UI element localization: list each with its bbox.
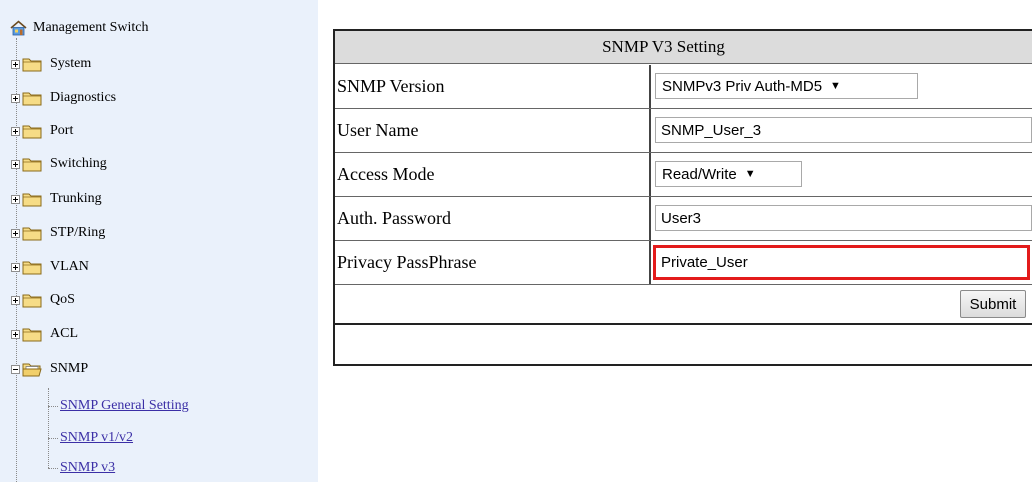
tree-item-trunking[interactable]: Trunking	[11, 190, 102, 208]
submit-row: Submit	[335, 285, 1032, 323]
expand-icon[interactable]	[11, 59, 20, 69]
expand-icon[interactable]	[11, 262, 20, 272]
user-name-input[interactable]: SNMP_User_3	[655, 117, 1032, 143]
panel-bottom-border	[335, 323, 1032, 325]
tree-item-qos[interactable]: QoS	[11, 291, 75, 309]
tree-connector	[48, 437, 58, 439]
folder-icon	[22, 158, 42, 172]
tree-item-label: SNMP	[50, 361, 89, 376]
submit-button[interactable]: Submit	[960, 290, 1026, 318]
folder-icon	[22, 294, 42, 308]
auth-password-input[interactable]: User3	[655, 205, 1032, 231]
tree-connector	[48, 405, 58, 407]
expand-icon[interactable]	[11, 126, 20, 136]
tree-item-label: VLAN	[50, 259, 89, 274]
tree-item-vlan[interactable]: VLAN	[11, 258, 89, 276]
folder-icon	[22, 92, 42, 106]
snmp-general-setting-link[interactable]: SNMP General Setting	[60, 398, 189, 414]
open-folder-icon	[22, 363, 42, 377]
folder-icon	[22, 261, 42, 275]
tree-item-system[interactable]: System	[11, 55, 91, 73]
access-mode-select[interactable]: Read/Write ▼	[655, 161, 802, 187]
collapse-icon[interactable]	[11, 364, 20, 374]
expand-icon[interactable]	[11, 93, 20, 103]
privacy-passphrase-row: Privacy PassPhrase Private_User	[335, 241, 1032, 285]
tree-item-switching[interactable]: Switching	[11, 155, 107, 173]
user-name-row: User Name SNMP_User_3	[335, 109, 1032, 153]
tree-item-label: STP/Ring	[50, 225, 106, 240]
tree-link-snmp-general-setting[interactable]: SNMP General Setting	[48, 397, 189, 415]
tree-item-label: QoS	[50, 292, 75, 307]
access-mode-label: Access Mode	[337, 153, 651, 196]
tree-link-snmp-v1-v2[interactable]: SNMP v1/v2	[48, 429, 133, 447]
expand-icon[interactable]	[11, 194, 20, 204]
tree-item-label: Port	[50, 123, 74, 138]
access-mode-value: Read/Write	[662, 165, 737, 183]
tree-item-port[interactable]: Port	[11, 122, 73, 140]
user-name-label: User Name	[337, 109, 651, 152]
tree-item-diagnostics[interactable]: Diagnostics	[11, 89, 116, 107]
privacy-passphrase-cell: Private_User	[651, 241, 1032, 284]
folder-icon	[22, 193, 42, 207]
management-switch-icon	[10, 20, 27, 36]
auth-password-label: Auth. Password	[337, 197, 651, 240]
tree-item-label: Diagnostics	[50, 90, 117, 105]
tree-item-label: System	[50, 56, 92, 71]
folder-icon	[22, 328, 42, 342]
privacy-passphrase-input[interactable]: Private_User	[653, 245, 1030, 280]
access-mode-cell: Read/Write ▼	[651, 153, 1032, 196]
snmp-v1-v2-link[interactable]: SNMP v1/v2	[60, 430, 133, 446]
tree-item-label: ACL	[50, 326, 78, 341]
snmp-version-label: SNMP Version	[337, 65, 651, 108]
tree-item-acl[interactable]: ACL	[11, 325, 78, 343]
snmp-version-cell: SNMPv3 Priv Auth-MD5 ▼	[651, 65, 1032, 108]
tree-item-label: Switching	[50, 156, 107, 171]
expand-icon[interactable]	[11, 295, 20, 305]
dropdown-arrow-icon: ▼	[830, 80, 841, 92]
privacy-passphrase-value: Private_User	[661, 254, 748, 271]
panel-title: SNMP V3 Setting	[335, 31, 1032, 64]
privacy-passphrase-label: Privacy PassPhrase	[337, 241, 651, 284]
expand-icon[interactable]	[11, 228, 20, 238]
auth-password-cell: User3	[651, 197, 1032, 240]
snmp-version-row: SNMP Version SNMPv3 Priv Auth-MD5 ▼	[335, 65, 1032, 109]
auth-password-value: User3	[661, 209, 702, 227]
folder-icon	[22, 58, 42, 72]
snmp-v3-link[interactable]: SNMP v3	[60, 460, 115, 476]
access-mode-row: Access Mode Read/Write ▼	[335, 153, 1032, 197]
user-name-cell: SNMP_User_3	[651, 109, 1032, 152]
tree-item-snmp[interactable]: SNMP	[11, 360, 88, 378]
navigation-tree: Management Switch System Diagnostics Por…	[0, 0, 318, 482]
tree-root-label: Management Switch	[33, 20, 149, 35]
tree-root[interactable]: Management Switch	[10, 20, 148, 36]
expand-icon[interactable]	[11, 329, 20, 339]
user-name-value: SNMP_User_3	[661, 121, 762, 139]
tree-connector	[48, 467, 58, 469]
snmp-version-select[interactable]: SNMPv3 Priv Auth-MD5 ▼	[655, 73, 918, 99]
tree-item-label: Trunking	[50, 191, 102, 206]
folder-icon	[22, 227, 42, 241]
folder-icon	[22, 125, 42, 139]
tree-link-snmp-v3[interactable]: SNMP v3	[48, 459, 115, 477]
auth-password-row: Auth. Password User3	[335, 197, 1032, 241]
tree-item-stp-ring[interactable]: STP/Ring	[11, 224, 105, 242]
dropdown-arrow-icon: ▼	[744, 168, 756, 180]
snmp-v3-setting-panel: SNMP V3 Setting SNMP Version SNMPv3 Priv…	[333, 29, 1032, 366]
snmp-version-value: SNMPv3 Priv Auth-MD5	[662, 77, 823, 95]
expand-icon[interactable]	[11, 159, 20, 169]
